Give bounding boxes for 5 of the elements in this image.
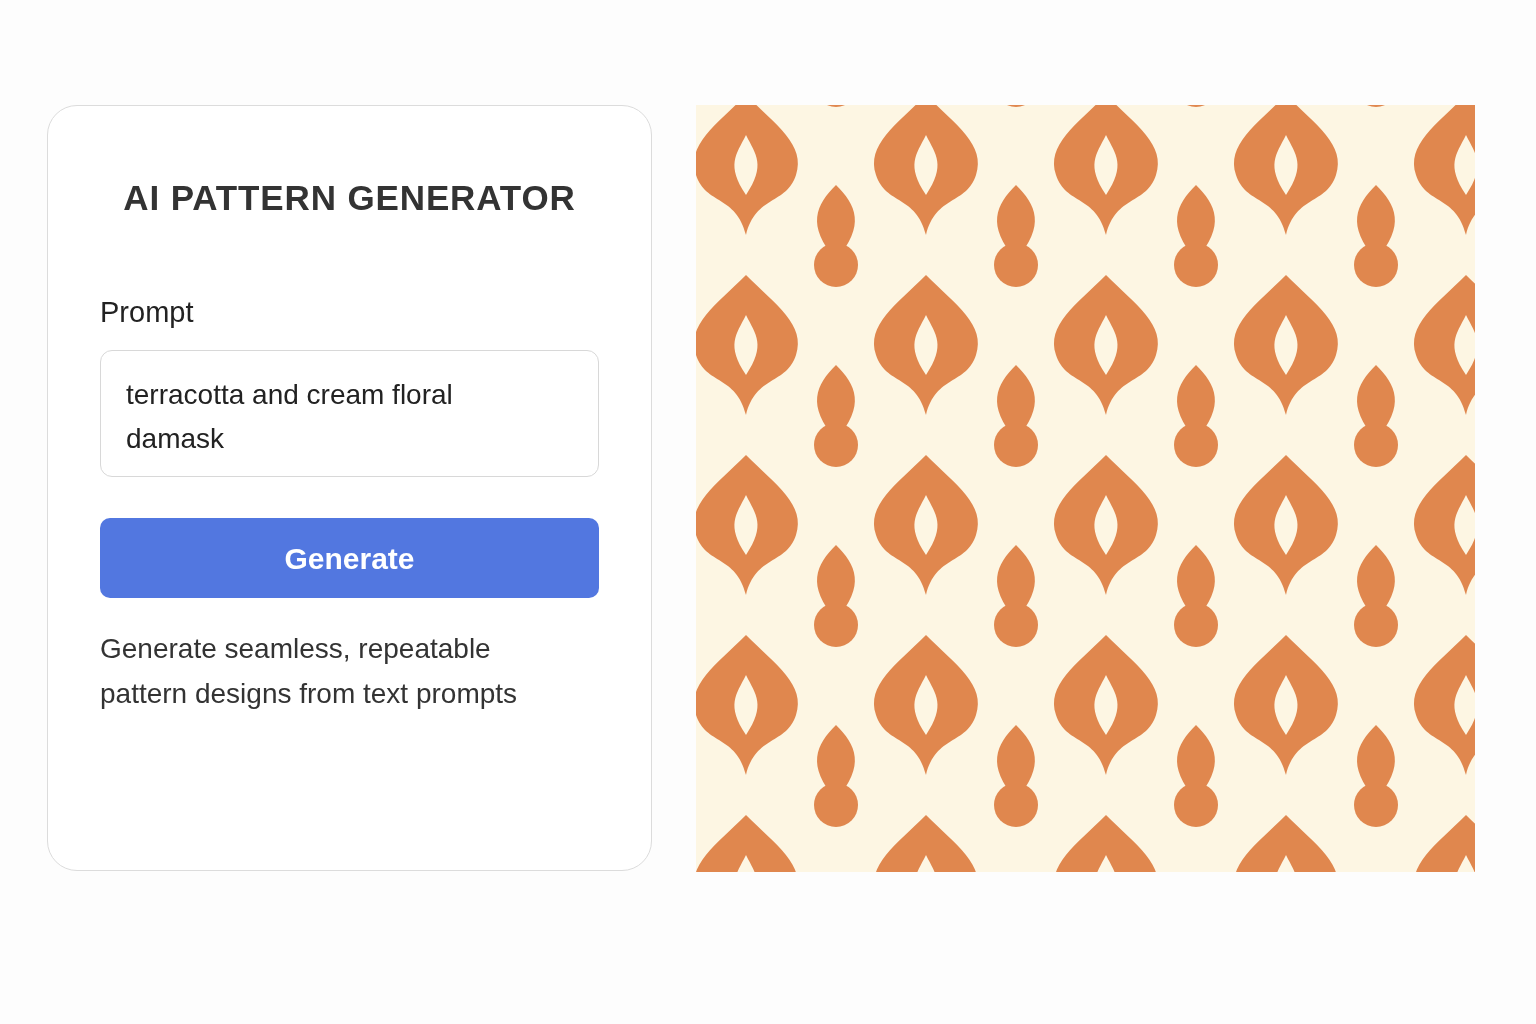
description-text: Generate seamless, repeatable pattern designs from text prompts — [100, 632, 519, 711]
generate-button[interactable]: Generate — [100, 518, 599, 598]
prompt-label: Prompt — [100, 294, 194, 330]
prompt-field[interactable]: terracotta and cream floral damask — [100, 350, 599, 477]
app-title: AI PATTERN GENERATOR — [122, 177, 577, 219]
